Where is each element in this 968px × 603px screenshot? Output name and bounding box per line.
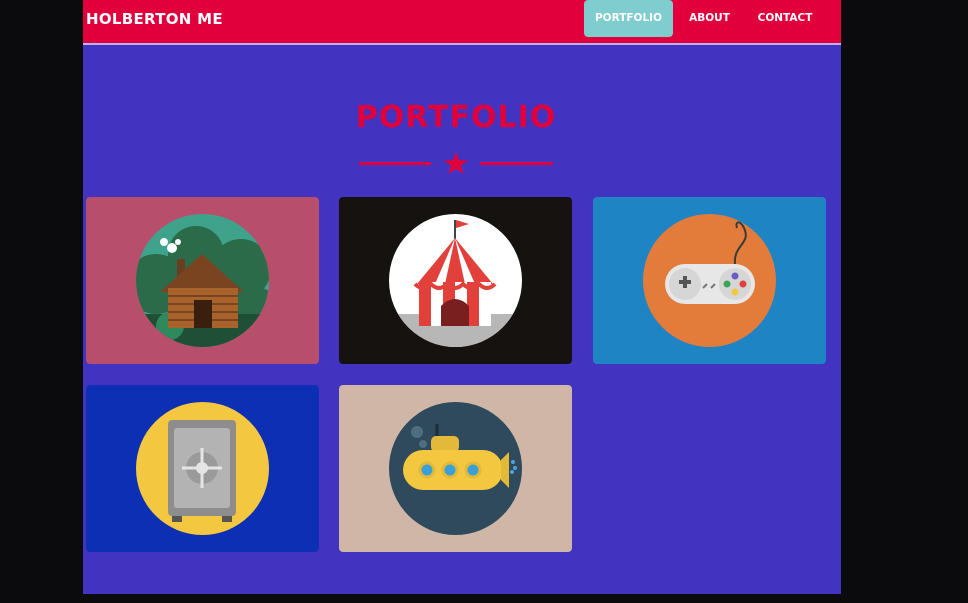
nav-portfolio[interactable]: PORTFOLIO [584, 0, 673, 37]
circus-tent-icon [389, 214, 522, 347]
game-controller-icon [643, 214, 776, 347]
star-icon [444, 152, 468, 174]
page: HOLBERTON ME PORTFOLIO ABOUT CONTACT POR… [83, 0, 841, 594]
portfolio-item-safe[interactable] [86, 385, 319, 552]
section-title: PORTFOLIO [355, 100, 557, 135]
brand-logo[interactable]: HOLBERTON ME [86, 10, 223, 28]
portfolio-item-cabin[interactable] [86, 197, 319, 364]
portfolio-item-submarine[interactable] [339, 385, 572, 552]
title-divider [359, 152, 553, 174]
safe-icon [136, 402, 269, 535]
nav-contact[interactable]: CONTACT [748, 0, 822, 37]
navbar: HOLBERTON ME PORTFOLIO ABOUT CONTACT [83, 0, 841, 45]
portfolio-item-controller[interactable] [593, 197, 826, 364]
submarine-icon [389, 402, 522, 535]
portfolio-item-circus[interactable] [339, 197, 572, 364]
log-cabin-icon [136, 214, 269, 347]
nav-about[interactable]: ABOUT [682, 0, 737, 37]
